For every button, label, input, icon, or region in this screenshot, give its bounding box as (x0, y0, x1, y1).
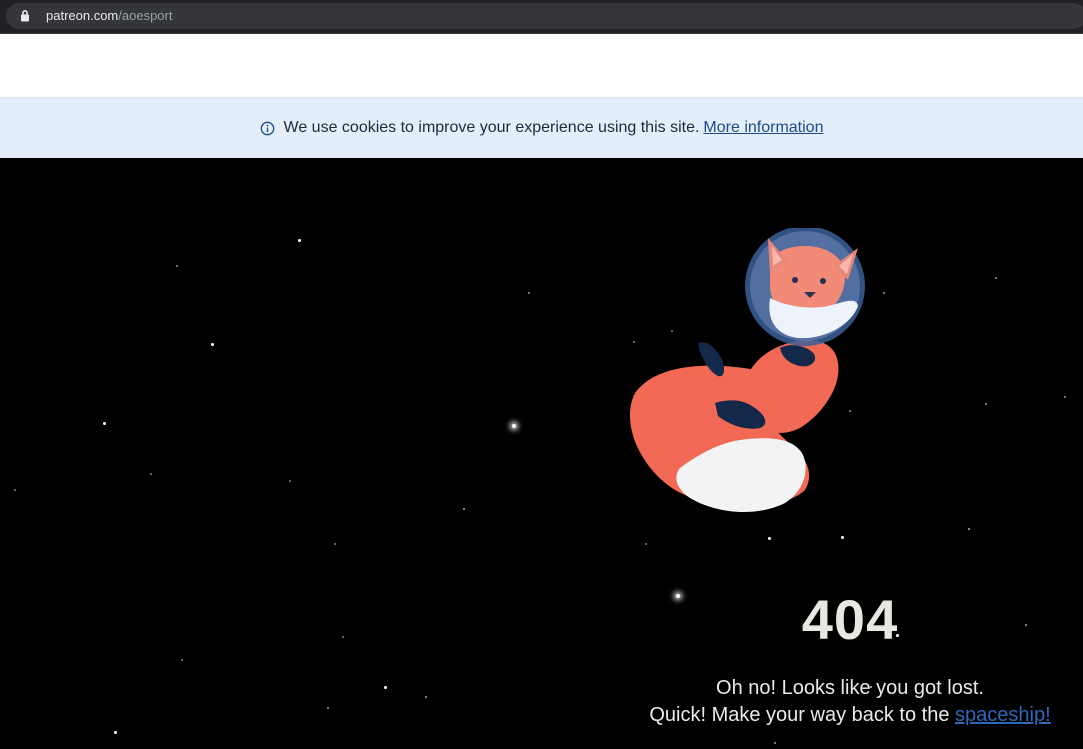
lock-icon (21, 10, 29, 22)
fox-eye (820, 278, 826, 284)
star (463, 508, 465, 510)
error-message: Oh no! Looks like you got lost. Quick! M… (620, 675, 1080, 729)
star (181, 659, 183, 661)
star (334, 543, 336, 545)
site-header (0, 34, 1083, 98)
star (968, 528, 970, 530)
star (298, 239, 301, 242)
url-path: /aoesport (118, 8, 173, 23)
error-line-2-text: Quick! Make your way back to the (649, 704, 956, 726)
star (768, 537, 771, 540)
error-line-2: Quick! Make your way back to the spacesh… (620, 702, 1080, 729)
url-text: patreon.com/aoesport (46, 8, 172, 24)
star (327, 707, 329, 709)
star (176, 265, 178, 267)
url-field[interactable]: patreon.com/aoesport (6, 3, 1083, 29)
info-icon (260, 121, 274, 136)
more-information-link[interactable]: More information (703, 119, 823, 137)
star (645, 543, 647, 545)
star (985, 403, 987, 405)
cookie-banner: We use cookies to improve your experienc… (0, 98, 1083, 158)
star (384, 686, 387, 689)
star (512, 424, 516, 428)
star (211, 343, 214, 346)
star (1064, 396, 1066, 398)
spaceship-link[interactable]: spaceship! (955, 704, 1051, 726)
star (425, 696, 427, 698)
error-code: 404 (801, 588, 899, 651)
star (1025, 624, 1027, 626)
star (103, 422, 106, 425)
browser-address-bar: patreon.com/aoesport (0, 0, 1083, 34)
space-background: 404 Oh no! Looks like you got lost. Quic… (0, 158, 1083, 749)
url-domain: patreon.com (46, 8, 119, 23)
star (14, 489, 16, 491)
star (114, 731, 117, 734)
cookie-text: We use cookies to improve your experienc… (283, 119, 700, 136)
star (342, 636, 344, 638)
star (528, 292, 530, 294)
star (150, 473, 152, 475)
star (289, 480, 291, 482)
astronaut-fox-illustration (629, 228, 865, 513)
star (841, 536, 844, 539)
star (676, 594, 680, 598)
fox-eye (792, 277, 798, 283)
star (774, 742, 776, 744)
error-line-1: Oh no! Looks like you got lost. (716, 677, 984, 699)
star (995, 277, 997, 279)
